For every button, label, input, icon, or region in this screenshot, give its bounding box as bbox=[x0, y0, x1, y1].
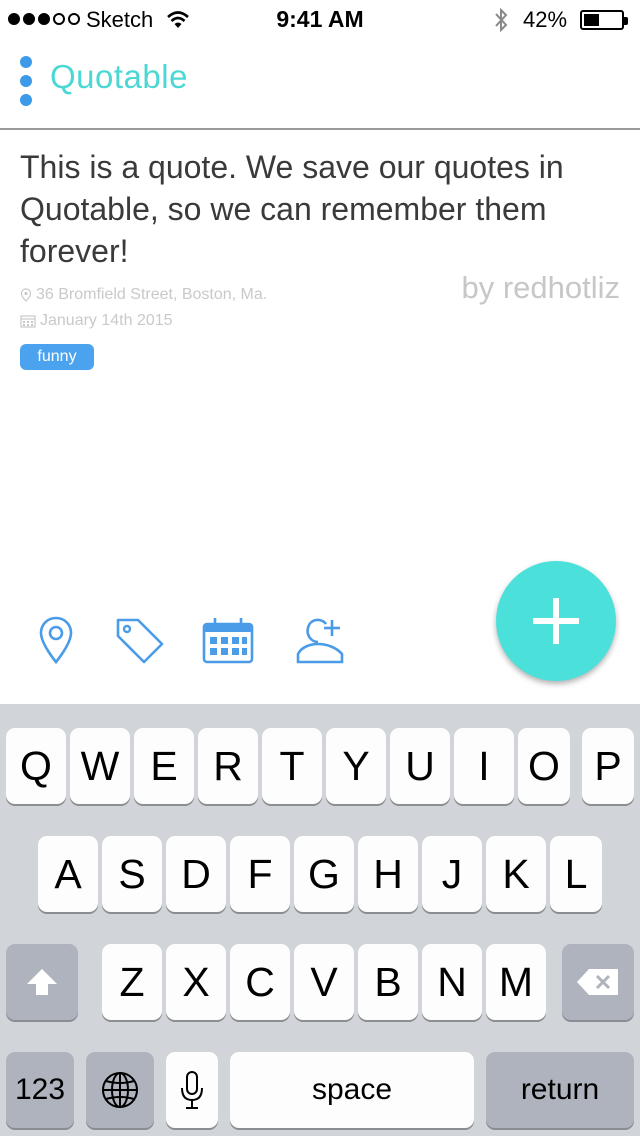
key-w[interactable]: W bbox=[70, 728, 130, 804]
add-quote-button[interactable] bbox=[496, 561, 616, 681]
key-z[interactable]: Z bbox=[102, 944, 162, 1020]
calendar-icon[interactable] bbox=[200, 614, 256, 670]
numbers-key[interactable]: 123 bbox=[6, 1052, 74, 1128]
key-s[interactable]: S bbox=[102, 836, 162, 912]
quote-author: by redhotliz bbox=[461, 270, 620, 305]
app-title: Quotable bbox=[50, 58, 188, 95]
key-o[interactable]: O bbox=[518, 728, 570, 804]
dictation-key[interactable] bbox=[166, 1052, 218, 1128]
space-key[interactable]: space bbox=[230, 1052, 474, 1128]
key-i[interactable]: I bbox=[454, 728, 514, 804]
quote-location: 36 Bromfield Street, Boston, Ma. bbox=[20, 286, 267, 304]
keyboard: Q W E R T Y U I O P A S D F G H J K L Z … bbox=[0, 704, 640, 1136]
key-v[interactable]: V bbox=[294, 944, 354, 1020]
location-pin-icon bbox=[20, 288, 32, 302]
shift-key[interactable] bbox=[6, 944, 78, 1020]
key-t[interactable]: T bbox=[262, 728, 322, 804]
battery-percent: 42% bbox=[523, 7, 568, 32]
location-icon[interactable] bbox=[28, 614, 84, 670]
add-person-icon[interactable] bbox=[292, 614, 348, 670]
key-a[interactable]: A bbox=[38, 836, 98, 912]
key-q[interactable]: Q bbox=[6, 728, 66, 804]
key-k[interactable]: K bbox=[486, 836, 546, 912]
key-p[interactable]: P bbox=[582, 728, 634, 804]
key-y[interactable]: Y bbox=[326, 728, 386, 804]
shift-icon bbox=[27, 969, 57, 995]
key-m[interactable]: M bbox=[486, 944, 546, 1020]
key-x[interactable]: X bbox=[166, 944, 226, 1020]
bluetooth-icon bbox=[493, 7, 509, 38]
key-r[interactable]: R bbox=[198, 728, 258, 804]
key-h[interactable]: H bbox=[358, 836, 418, 912]
key-e[interactable]: E bbox=[134, 728, 194, 804]
key-b[interactable]: B bbox=[358, 944, 418, 1020]
globe-key[interactable] bbox=[86, 1052, 154, 1128]
key-c[interactable]: C bbox=[230, 944, 290, 1020]
quote-text[interactable]: This is a quote. We save our quotes in Q… bbox=[20, 146, 620, 272]
key-n[interactable]: N bbox=[422, 944, 482, 1020]
quote-date: January 14th 2015 bbox=[20, 312, 173, 330]
delete-key[interactable] bbox=[562, 944, 634, 1020]
key-d[interactable]: D bbox=[166, 836, 226, 912]
status-bar: Sketch 9:41 AM 42% bbox=[0, 0, 640, 40]
backspace-icon bbox=[577, 969, 618, 995]
date-label: January 14th 2015 bbox=[40, 312, 173, 329]
key-f[interactable]: F bbox=[230, 836, 290, 912]
battery-icon bbox=[580, 10, 628, 30]
key-j[interactable]: J bbox=[422, 836, 482, 912]
nav-bar: Quotable bbox=[0, 40, 640, 130]
location-label: 36 Bromfield Street, Boston, Ma. bbox=[36, 286, 268, 303]
calendar-small-icon bbox=[20, 315, 36, 328]
key-g[interactable]: G bbox=[294, 836, 354, 912]
tag-badge[interactable]: funny bbox=[20, 344, 94, 370]
key-u[interactable]: U bbox=[390, 728, 450, 804]
return-key[interactable]: return bbox=[486, 1052, 634, 1128]
globe-icon bbox=[102, 1072, 138, 1108]
menu-icon[interactable] bbox=[18, 56, 34, 106]
microphone-icon bbox=[181, 1071, 203, 1109]
tag-icon[interactable] bbox=[112, 614, 168, 670]
key-l[interactable]: L bbox=[550, 836, 602, 912]
